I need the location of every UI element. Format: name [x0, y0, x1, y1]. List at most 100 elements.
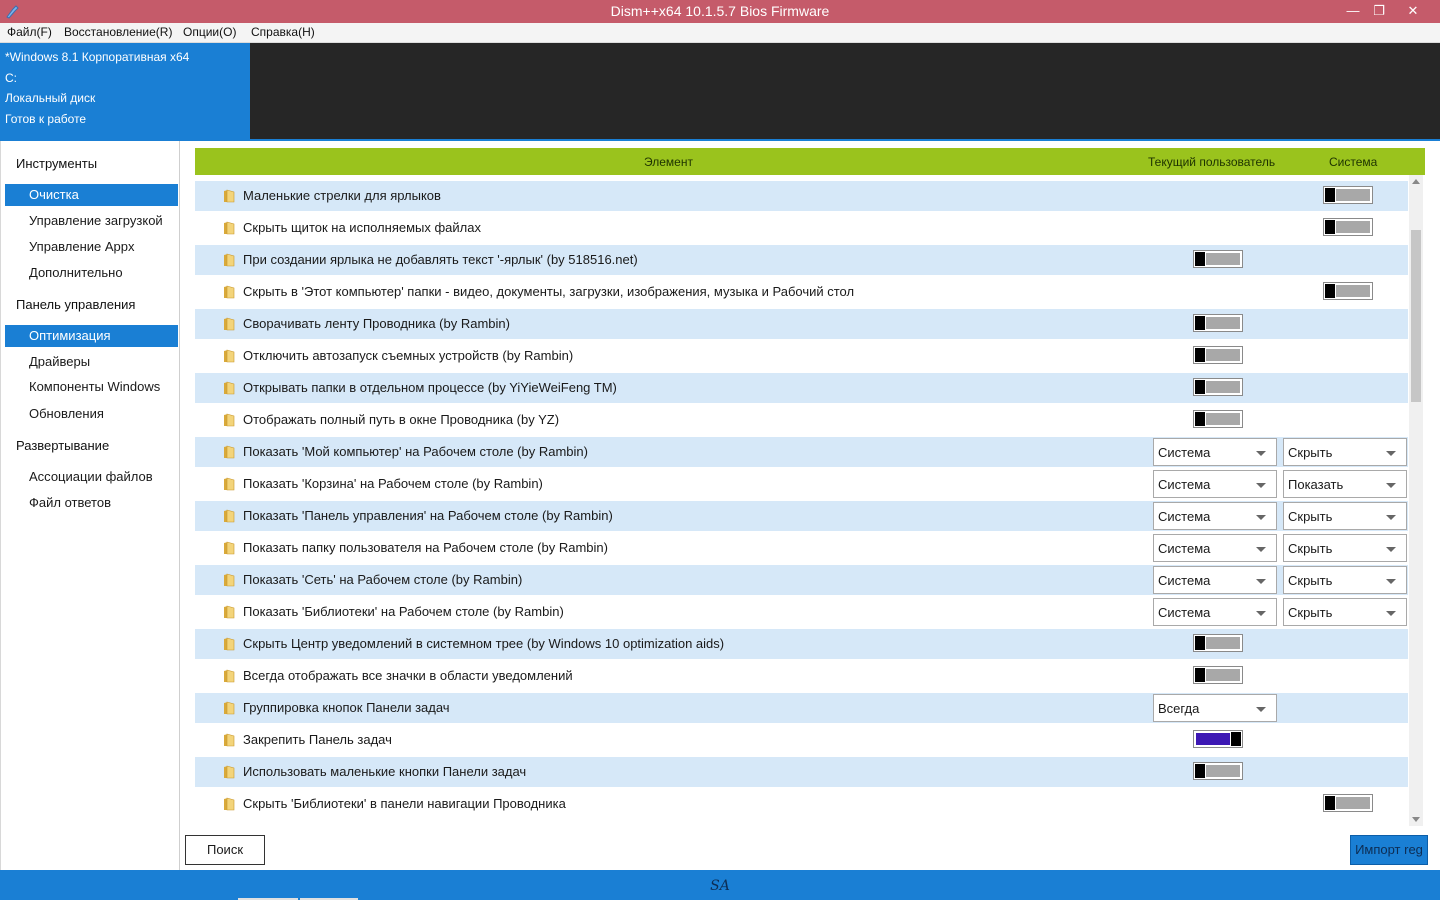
tweak-row[interactable]: Отключить автозапуск съемных устройств (…: [195, 341, 1408, 371]
sidebar-item-drivers[interactable]: Драйверы: [5, 351, 178, 373]
system-toggle[interactable]: [1323, 186, 1373, 204]
tweak-label: Сворачивать ленту Проводника (by Rambin): [243, 316, 510, 331]
tweak-label: Скрыть в 'Этот компьютер' папки - видео,…: [243, 284, 855, 299]
scope-dropdown[interactable]: Система: [1153, 534, 1277, 562]
tweak-row[interactable]: Показать 'Сеть' на Рабочем столе (by Ram…: [195, 565, 1408, 595]
import-reg-button[interactable]: Импорт reg: [1350, 835, 1428, 865]
tweak-row[interactable]: Сворачивать ленту Проводника (by Rambin): [195, 309, 1408, 339]
current-user-toggle[interactable]: [1193, 410, 1243, 428]
tweak-row[interactable]: Скрыть в 'Этот компьютер' папки - видео,…: [195, 277, 1408, 307]
image-list-area: [250, 43, 1440, 141]
sidebar-header-tools: Инструменты: [16, 156, 98, 171]
table-header: Элемент Текущий пользователь Система: [195, 148, 1425, 175]
tweak-row[interactable]: Маленькие стрелки для ярлыков: [195, 181, 1408, 211]
system-toggle[interactable]: [1323, 794, 1373, 812]
scope-dropdown[interactable]: Система: [1153, 470, 1277, 498]
current-user-toggle[interactable]: [1193, 314, 1243, 332]
folder-icon: [224, 733, 235, 747]
sidebar-item-appx-management[interactable]: Управление Appx: [5, 236, 178, 258]
visibility-dropdown[interactable]: Скрыть: [1283, 502, 1407, 530]
sidebar-item-windows-components[interactable]: Компоненты Windows: [5, 376, 178, 398]
column-header-system[interactable]: Система: [1329, 155, 1377, 169]
tweak-row[interactable]: Закрепить Панель задач: [195, 725, 1408, 755]
tweak-row[interactable]: Показать 'Мой компьютер' на Рабочем стол…: [195, 437, 1408, 467]
sidebar-item-additional[interactable]: Дополнительно: [5, 262, 178, 284]
chevron-down-icon: [1256, 451, 1266, 456]
status-bar: SA: [0, 870, 1440, 900]
tweak-row[interactable]: Отображать полный путь в окне Проводника…: [195, 405, 1408, 435]
toggle-knob: [1195, 252, 1205, 266]
tweak-label: Показать 'Корзина' на Рабочем столе (by …: [243, 476, 543, 491]
scope-dropdown[interactable]: Всегда: [1153, 694, 1277, 722]
sidebar-item-cleanup[interactable]: Очистка: [5, 184, 178, 206]
sidebar-item-updates[interactable]: Обновления: [5, 403, 178, 425]
folder-icon: [224, 541, 235, 555]
tweak-label: Отображать полный путь в окне Проводника…: [243, 412, 560, 427]
current-user-toggle[interactable]: [1193, 762, 1243, 780]
tweak-label: Открывать папки в отдельном процессе (by…: [243, 380, 617, 395]
tweak-row[interactable]: Группировка кнопок Панели задач Всегда: [195, 693, 1408, 723]
tweak-row[interactable]: Открывать папки в отдельном процессе (by…: [195, 373, 1408, 403]
toggle-knob: [1195, 380, 1205, 394]
folder-icon: [224, 221, 235, 235]
tweak-row[interactable]: Скрыть щиток на исполняемых файлах: [195, 213, 1408, 243]
search-button[interactable]: Поиск: [185, 835, 265, 865]
close-button[interactable]: ✕: [1398, 0, 1428, 23]
current-user-toggle[interactable]: [1193, 634, 1243, 652]
menu-help[interactable]: Справка(H): [251, 25, 315, 39]
menu-file[interactable]: Файл(F): [7, 25, 52, 39]
folder-icon: [224, 253, 235, 267]
tweak-label: Скрыть Центр уведомлений в системном тре…: [243, 636, 725, 651]
system-toggle[interactable]: [1323, 282, 1373, 300]
sidebar-item-optimization[interactable]: Оптимизация: [5, 325, 178, 347]
tweak-row[interactable]: Скрыть Центр уведомлений в системном тре…: [195, 629, 1408, 659]
tweak-label: Использовать маленькие кнопки Панели зад…: [243, 764, 527, 779]
column-header-current-user[interactable]: Текущий пользователь: [1148, 155, 1275, 169]
tweak-row[interactable]: Использовать маленькие кнопки Панели зад…: [195, 757, 1408, 787]
menu-options[interactable]: Опции(O): [183, 25, 236, 39]
visibility-dropdown[interactable]: Скрыть: [1283, 438, 1407, 466]
scope-dropdown[interactable]: Система: [1153, 438, 1277, 466]
sidebar-item-boot-management[interactable]: Управление загрузкой: [5, 210, 178, 232]
scroll-up-icon[interactable]: [1412, 179, 1420, 184]
scope-dropdown[interactable]: Система: [1153, 502, 1277, 530]
image-info-panel[interactable]: *Windows 8.1 Корпоративная x64 C: Локаль…: [0, 43, 250, 141]
folder-icon: [224, 605, 235, 619]
scroll-thumb[interactable]: [1411, 230, 1421, 402]
folder-icon: [224, 445, 235, 459]
current-user-toggle[interactable]: [1193, 378, 1243, 396]
folder-icon: [224, 189, 235, 203]
sidebar-item-answer-file[interactable]: Файл ответов: [5, 492, 178, 514]
tweak-row[interactable]: Показать папку пользователя на Рабочем с…: [195, 533, 1408, 563]
tweak-row[interactable]: Показать 'Библиотеки' на Рабочем столе (…: [195, 597, 1408, 627]
column-header-element[interactable]: Элемент: [644, 155, 693, 169]
visibility-dropdown[interactable]: Скрыть: [1283, 534, 1407, 562]
tweak-row[interactable]: Всегда отображать все значки в области у…: [195, 661, 1408, 691]
visibility-dropdown[interactable]: Показать: [1283, 470, 1407, 498]
visibility-dropdown[interactable]: Скрыть: [1283, 566, 1407, 594]
tweak-row[interactable]: Показать 'Корзина' на Рабочем столе (by …: [195, 469, 1408, 499]
scroll-down-icon[interactable]: [1412, 817, 1420, 822]
tweak-row[interactable]: Скрыть 'Библиотеки' в панели навигации П…: [195, 789, 1408, 819]
folder-icon: [224, 509, 235, 523]
tweaks-list: Маленькие стрелки для ярлыков Скрыть щито…: [195, 181, 1408, 826]
current-user-toggle[interactable]: [1193, 250, 1243, 268]
tweak-row[interactable]: При создании ярлыка не добавлять текст '…: [195, 245, 1408, 275]
visibility-dropdown[interactable]: Скрыть: [1283, 598, 1407, 626]
folder-icon: [224, 381, 235, 395]
current-user-toggle[interactable]: [1193, 666, 1243, 684]
menu-restore[interactable]: Восстановление(R): [64, 25, 172, 39]
tweak-row[interactable]: Показать 'Панель управления' на Рабочем …: [195, 501, 1408, 531]
sidebar-item-file-associations[interactable]: Ассоциации файлов: [5, 466, 178, 488]
toggle-knob: [1195, 316, 1205, 330]
vertical-scrollbar[interactable]: [1409, 175, 1423, 826]
scope-dropdown[interactable]: Система: [1153, 598, 1277, 626]
current-user-toggle[interactable]: [1193, 730, 1243, 748]
folder-icon: [224, 765, 235, 779]
dropdown-value: Скрыть: [1288, 445, 1333, 460]
current-user-toggle[interactable]: [1193, 346, 1243, 364]
toggle-knob: [1325, 188, 1335, 202]
scope-dropdown[interactable]: Система: [1153, 566, 1277, 594]
system-toggle[interactable]: [1323, 218, 1373, 236]
maximize-button[interactable]: ❐: [1364, 0, 1394, 23]
